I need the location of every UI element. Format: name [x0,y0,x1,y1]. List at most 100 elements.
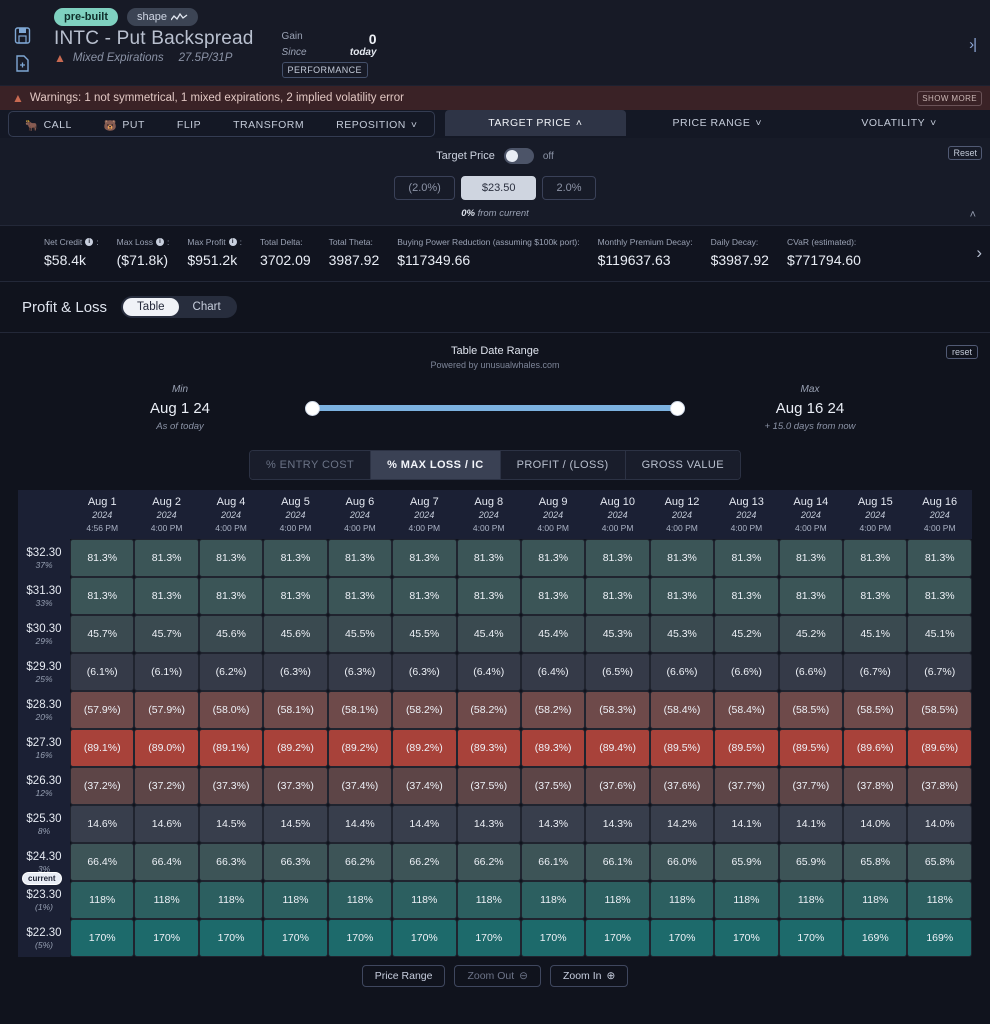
pnl-cell[interactable]: 81.3% [521,539,585,577]
pnl-cell[interactable]: (58.5%) [843,691,907,729]
pnl-cell[interactable]: 81.3% [714,539,778,577]
pnl-cell[interactable]: (6.4%) [457,653,521,691]
pnl-cell[interactable]: 45.5% [328,615,392,653]
value-mode-0[interactable]: % ENTRY COST [250,451,371,479]
pnl-cell[interactable]: (37.8%) [907,767,972,805]
pnl-cell[interactable]: 81.3% [585,539,649,577]
pnl-cell[interactable]: 14.4% [392,805,456,843]
pnl-cell[interactable]: 14.2% [650,805,714,843]
pnl-cell[interactable]: 45.7% [134,615,198,653]
pnl-cell[interactable]: 81.3% [907,539,972,577]
save-icon[interactable] [14,26,31,45]
target-price-toggle[interactable] [504,148,534,164]
pnl-cell[interactable]: 14.3% [585,805,649,843]
new-file-icon[interactable] [14,54,31,73]
pnl-cell[interactable]: 81.3% [134,577,198,615]
pnl-cell[interactable]: 66.4% [134,843,198,881]
pnl-cell[interactable]: 14.6% [134,805,198,843]
slider-handle-max[interactable] [670,401,685,416]
pnl-cell[interactable]: (89.5%) [650,729,714,767]
pnl-cell[interactable]: 118% [328,881,392,919]
pnl-cell[interactable]: 170% [392,919,456,957]
pnl-cell[interactable]: (37.2%) [70,767,134,805]
pnl-cell[interactable]: 45.2% [714,615,778,653]
pnl-cell[interactable]: 66.1% [585,843,649,881]
pnl-cell[interactable]: 170% [328,919,392,957]
tab-call[interactable]: 🐂 CALL [9,112,88,137]
pnl-cell[interactable]: 14.0% [907,805,972,843]
pnl-cell[interactable]: (37.2%) [134,767,198,805]
pnl-cell[interactable]: 81.3% [714,577,778,615]
pnl-cell[interactable]: (58.2%) [392,691,456,729]
pnl-cell[interactable]: 66.2% [392,843,456,881]
pnl-cell[interactable]: 14.3% [521,805,585,843]
pnl-cell[interactable]: 45.5% [392,615,456,653]
pnl-cell[interactable]: (6.6%) [779,653,843,691]
pnl-cell[interactable]: 81.3% [907,577,972,615]
price-increment-button[interactable]: 2.0% [542,176,595,200]
table-control-1[interactable]: Zoom Out⊖ [454,965,541,987]
pnl-cell[interactable]: 45.2% [779,615,843,653]
pnl-cell[interactable]: 45.4% [457,615,521,653]
pnl-cell[interactable]: (37.7%) [714,767,778,805]
pnl-cell[interactable]: 65.8% [843,843,907,881]
pnl-cell[interactable]: 118% [392,881,456,919]
pnl-cell[interactable]: 118% [585,881,649,919]
pnl-cell[interactable]: (89.1%) [70,729,134,767]
pnl-cell[interactable]: 81.3% [843,539,907,577]
pnl-cell[interactable]: (37.5%) [457,767,521,805]
pnl-cell[interactable]: (89.3%) [457,729,521,767]
pnl-cell[interactable]: 118% [134,881,198,919]
pnl-cell[interactable]: 14.6% [70,805,134,843]
pnl-cell[interactable]: (58.4%) [714,691,778,729]
pnl-cell[interactable]: 118% [199,881,263,919]
pnl-cell[interactable]: (58.1%) [328,691,392,729]
pnl-cell[interactable]: (37.3%) [199,767,263,805]
pnl-cell[interactable]: 81.3% [457,539,521,577]
pnl-cell[interactable]: (6.6%) [714,653,778,691]
pnl-cell[interactable]: 81.3% [585,577,649,615]
pnl-cell[interactable]: 81.3% [199,539,263,577]
pnl-cell[interactable]: 66.3% [263,843,327,881]
pnl-cell[interactable]: 81.3% [328,539,392,577]
info-icon[interactable]: i [229,238,237,246]
pnl-cell[interactable]: (6.3%) [328,653,392,691]
pnl-cell[interactable]: 65.8% [907,843,972,881]
pnl-cell[interactable]: 66.0% [650,843,714,881]
pnl-cell[interactable]: 81.3% [521,577,585,615]
pnl-cell[interactable]: 170% [521,919,585,957]
pnl-cell[interactable]: 81.3% [70,577,134,615]
pnl-cell[interactable]: (89.6%) [843,729,907,767]
pnl-cell[interactable]: 118% [843,881,907,919]
pnl-cell[interactable]: (58.3%) [585,691,649,729]
pnl-cell[interactable]: 170% [199,919,263,957]
pnl-cell[interactable]: (58.5%) [779,691,843,729]
pnl-cell[interactable]: (6.6%) [650,653,714,691]
pnl-cell[interactable]: (6.3%) [263,653,327,691]
pnl-cell[interactable]: (58.0%) [199,691,263,729]
pnl-cell[interactable]: 81.3% [650,539,714,577]
pnl-cell[interactable]: (6.1%) [134,653,198,691]
pnl-cell[interactable]: 118% [457,881,521,919]
pnl-cell[interactable]: 45.1% [843,615,907,653]
tab-target-price[interactable]: TARGET PRICE ˄ [445,110,627,136]
pnl-cell[interactable]: (89.6%) [907,729,972,767]
pnl-cell[interactable]: (6.2%) [199,653,263,691]
tab-volatility[interactable]: VOLATILITY ˅ [808,110,990,136]
pnl-cell[interactable]: 169% [843,919,907,957]
pnl-cell[interactable]: (58.2%) [457,691,521,729]
pnl-cell[interactable]: 170% [70,919,134,957]
pnl-cell[interactable]: 14.5% [263,805,327,843]
pnl-cell[interactable]: (6.5%) [585,653,649,691]
pnl-cell[interactable]: 45.3% [650,615,714,653]
pnl-cell[interactable]: 14.5% [199,805,263,843]
pnl-cell[interactable]: 81.3% [263,539,327,577]
pnl-cell[interactable]: (57.9%) [134,691,198,729]
pnl-cell[interactable]: 81.3% [392,577,456,615]
info-icon[interactable]: i [156,238,164,246]
pnl-cell[interactable]: 66.2% [328,843,392,881]
pnl-cell[interactable]: (6.3%) [392,653,456,691]
pnl-cell[interactable]: (58.4%) [650,691,714,729]
pnl-cell[interactable]: 14.4% [328,805,392,843]
pnl-cell[interactable]: 81.3% [650,577,714,615]
